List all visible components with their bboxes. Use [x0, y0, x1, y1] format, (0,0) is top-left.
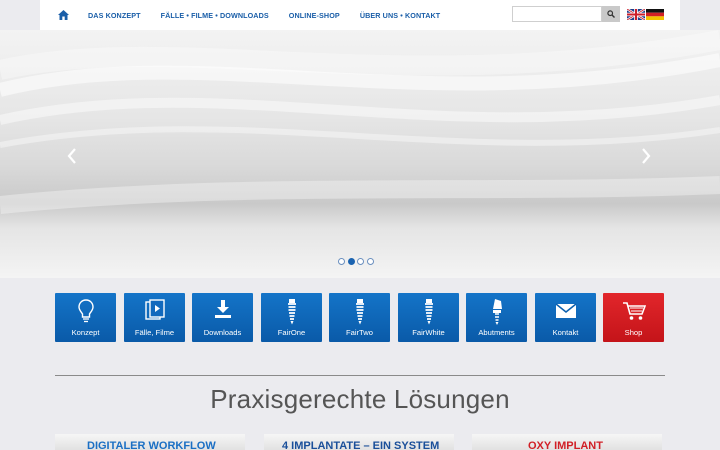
- tile-label: FairTwo: [345, 328, 373, 337]
- tile-label: FairWhite: [412, 328, 445, 337]
- media-icon: [144, 299, 165, 320]
- slider-next-button[interactable]: [640, 146, 652, 166]
- section-heading: Praxisgerechte Lösungen: [210, 384, 510, 414]
- slider-dot-4[interactable]: [366, 258, 374, 265]
- germany-flag-icon[interactable]: [646, 9, 664, 20]
- top-navigation: DAS KONZEPT FÄLLE • FILME • DOWNLOADS ON…: [40, 0, 680, 30]
- tile-fairwhite[interactable]: FairWhite: [398, 293, 459, 342]
- slider-dot-3[interactable]: [357, 258, 364, 265]
- search-icon: [607, 10, 615, 18]
- tile-label: Kontakt: [552, 328, 579, 337]
- page: DAS KONZEPT FÄLLE • FILME • DOWNLOADS ON…: [0, 0, 720, 450]
- nav-item-online-shop[interactable]: ONLINE-SHOP: [279, 11, 350, 20]
- tile-label: Shop: [624, 328, 643, 337]
- abutment-icon: [492, 299, 502, 325]
- language-switcher: [627, 9, 664, 20]
- uk-flag-icon[interactable]: [627, 9, 645, 20]
- search-button[interactable]: [602, 6, 620, 22]
- tile-kontakt[interactable]: Kontakt: [535, 293, 596, 342]
- tile-fairone[interactable]: FairOne: [261, 293, 322, 342]
- lightbulb-icon: [77, 299, 94, 323]
- home-button[interactable]: [48, 0, 78, 30]
- implant-icon: [355, 299, 364, 325]
- home-icon: [57, 10, 69, 20]
- tile-label: Konzept: [71, 328, 100, 337]
- main-content: Konzept Fälle, Filme Downloads FairOne F…: [40, 278, 680, 450]
- slider-pagination: [338, 258, 376, 265]
- tile-label: Abutments: [478, 328, 515, 337]
- banner-oxy-implant[interactable]: OXY IMPLANT: [472, 434, 662, 450]
- slider-dot-1[interactable]: [338, 258, 345, 265]
- slider-dot-2[interactable]: [347, 258, 355, 265]
- tile-faelle-filme[interactable]: Fälle, Filme: [124, 293, 185, 342]
- cart-icon: [622, 302, 646, 320]
- tile-shop[interactable]: Shop: [603, 293, 664, 342]
- banner-digitaler-workflow[interactable]: DIGITALER WORKFLOW: [55, 434, 245, 450]
- banner-4-implantate[interactable]: 4 IMPLANTATE – EIN SYSTEM: [264, 434, 454, 450]
- slider-prev-button[interactable]: [66, 146, 78, 166]
- nav-item-ueber-uns-kontakt[interactable]: ÜBER UNS • KONTAKT: [350, 11, 450, 20]
- implant-icon: [287, 299, 296, 325]
- section-divider: [55, 375, 665, 376]
- search-input[interactable]: [512, 6, 602, 22]
- banner-title: DIGITALER WORKFLOW: [87, 440, 216, 450]
- tile-abutments[interactable]: Abutments: [466, 293, 527, 342]
- tile-konzept[interactable]: Konzept: [55, 293, 116, 342]
- nav-item-faelle-filme-downloads[interactable]: FÄLLE • FILME • DOWNLOADS: [151, 11, 279, 20]
- tile-fairtwo[interactable]: FairTwo: [329, 293, 390, 342]
- implant-icon: [424, 299, 433, 325]
- banner-title: 4 IMPLANTATE – EIN SYSTEM: [282, 440, 440, 450]
- tile-label: FairOne: [277, 328, 306, 337]
- nav-item-konzept[interactable]: DAS KONZEPT: [78, 11, 151, 20]
- search-box: [512, 6, 620, 22]
- tile-label: Downloads: [203, 328, 242, 337]
- tile-label: Fälle, Filme: [134, 328, 175, 337]
- tile-downloads[interactable]: Downloads: [192, 293, 253, 342]
- hero-slider: [0, 30, 720, 278]
- hero-background-waves: [0, 30, 720, 214]
- download-icon: [214, 300, 231, 318]
- banner-title: OXY IMPLANT: [528, 440, 603, 450]
- envelope-icon: [555, 303, 576, 318]
